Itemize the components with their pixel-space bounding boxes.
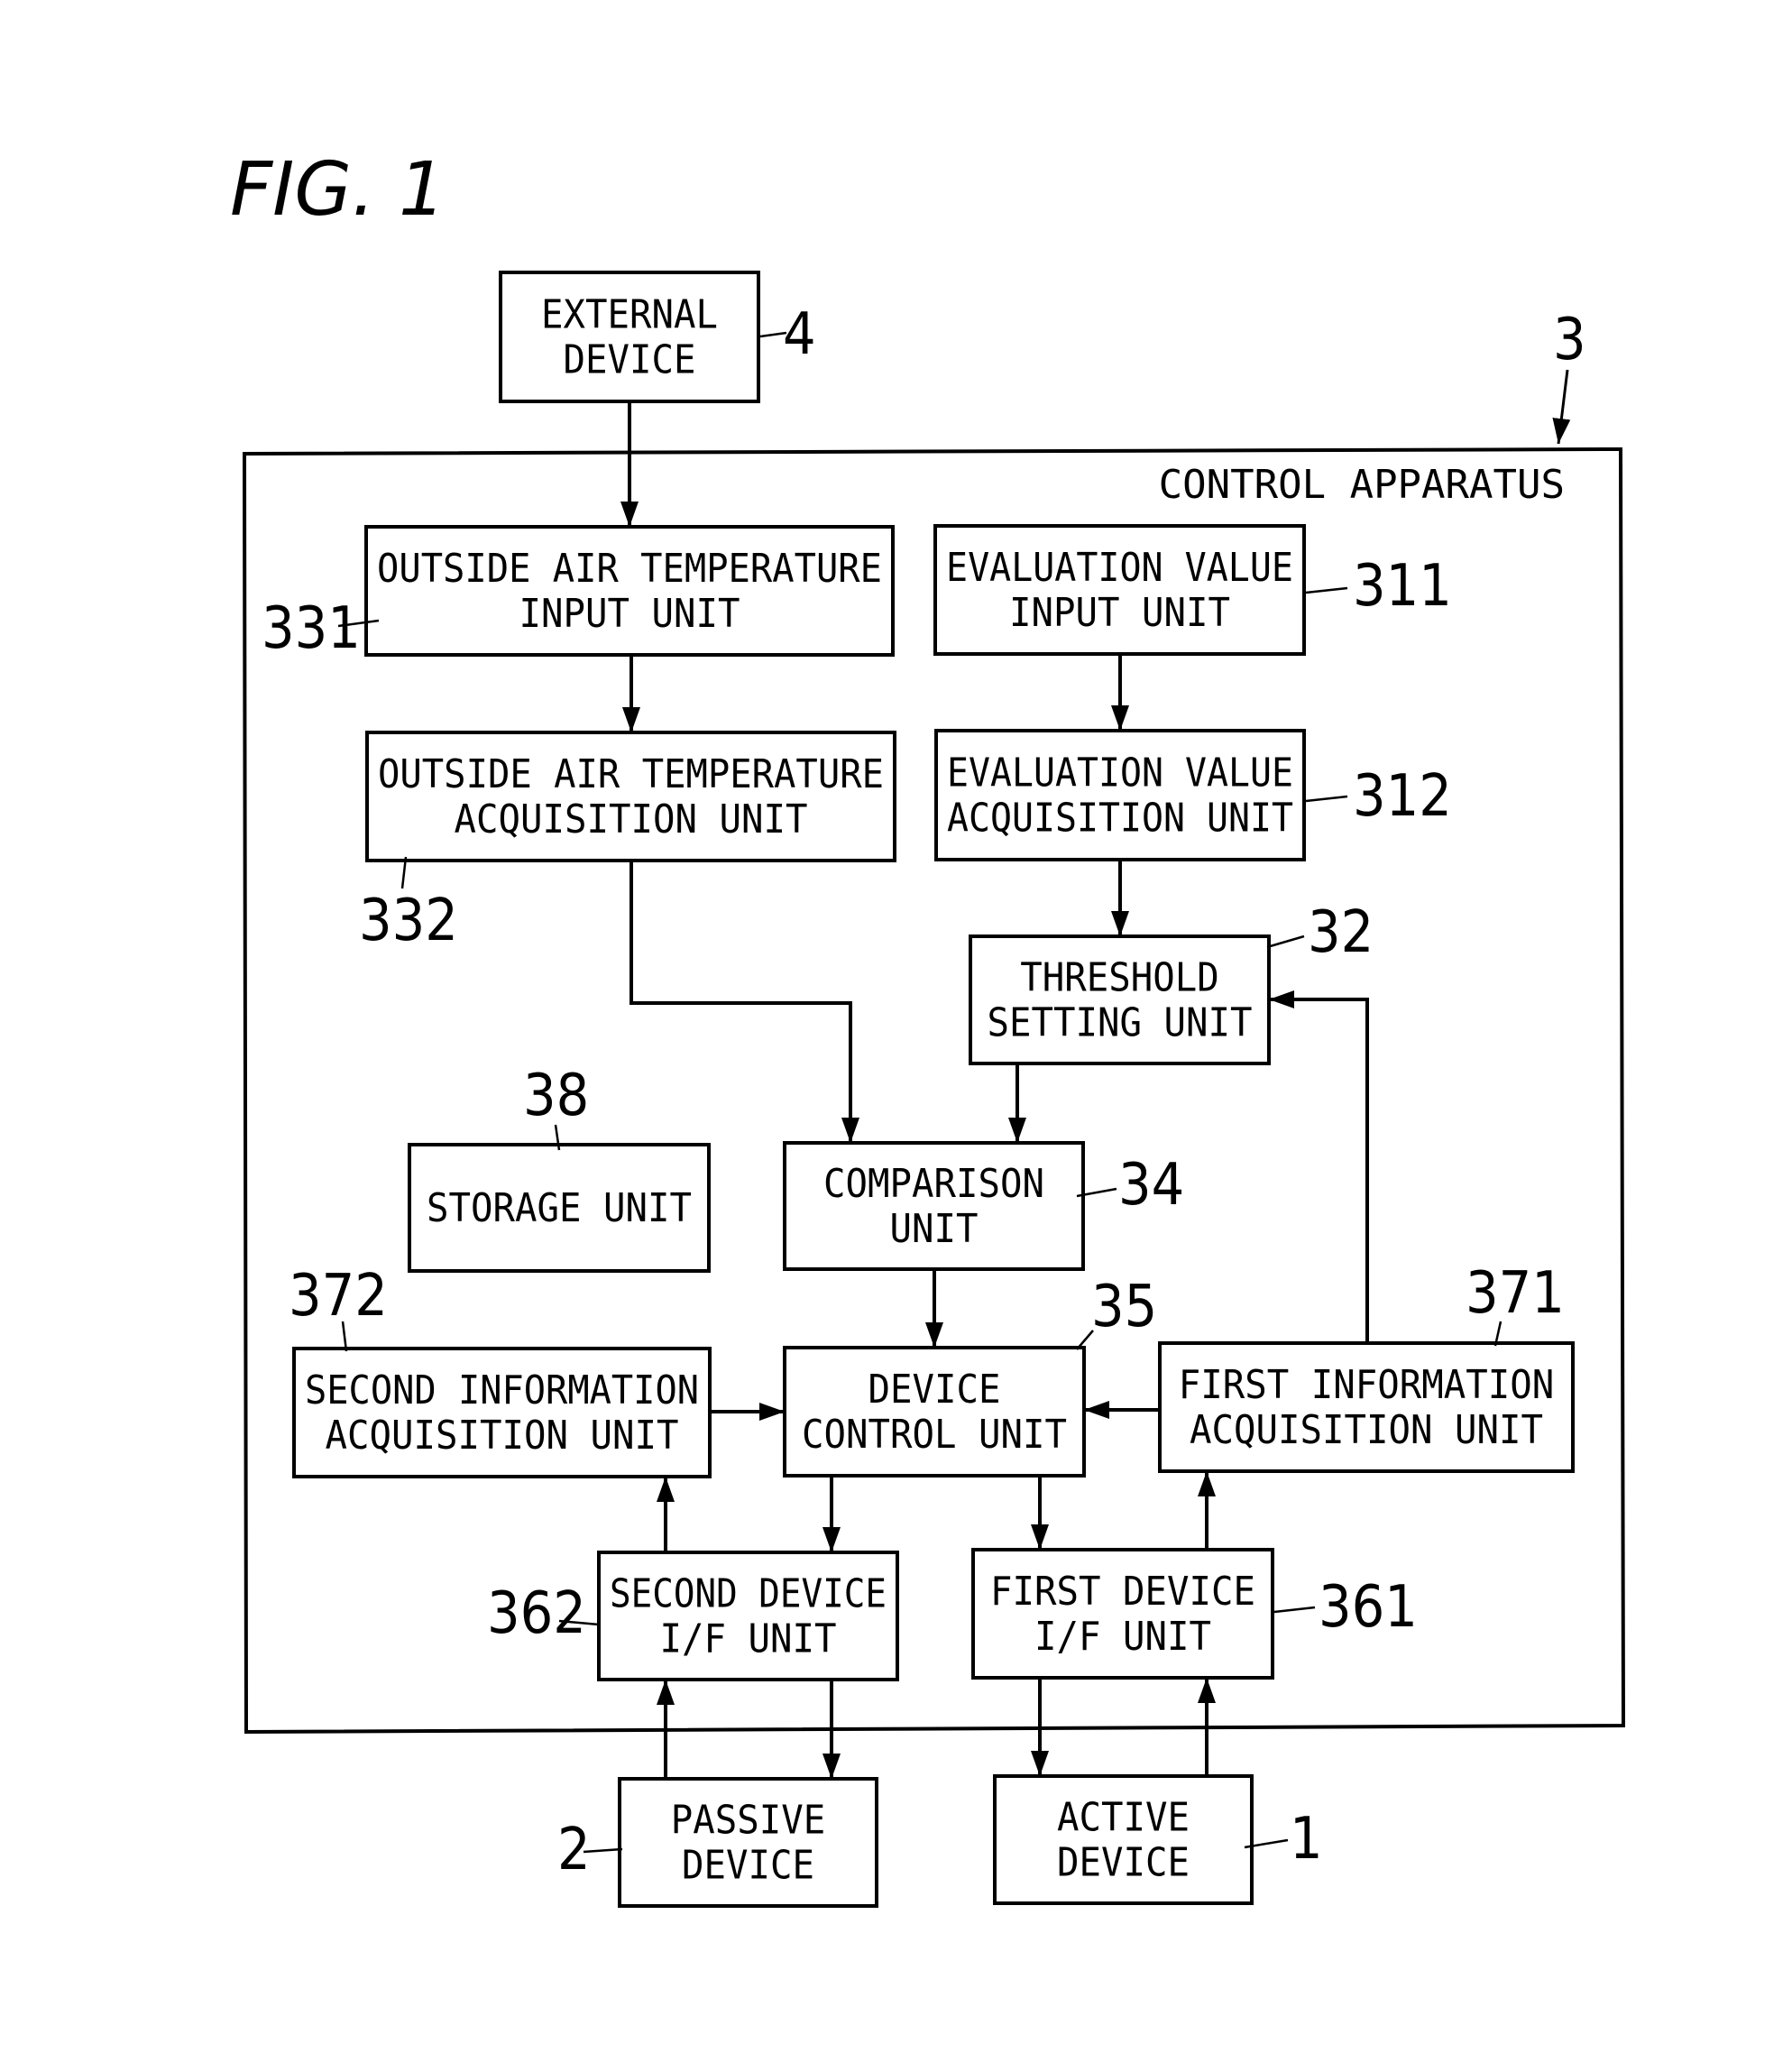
eval-acq-label-line: EVALUATION VALUE [947, 750, 1293, 796]
comparison-label-line: UNIT [890, 1206, 979, 1252]
ref-312: 312 [1353, 763, 1452, 830]
storage-label-line: STORAGE UNIT [427, 1185, 692, 1231]
device-control-label-line: CONTROL UNIT [802, 1412, 1067, 1458]
second-info-label-line: SECOND INFORMATION [305, 1367, 699, 1413]
eval-acq-label-line: ACQUISITION UNIT [947, 796, 1293, 842]
block-diagram: FIG. 1 CONTROL APPARATUS 3 EXTERNALDEVIC… [230, 147, 1626, 1908]
first-if-label-line: FIRST DEVICE [990, 1569, 1255, 1615]
second-if-label-line: I/F UNIT [660, 1616, 837, 1662]
ref-3: 3 [1553, 307, 1586, 373]
oat-input-label-line: INPUT UNIT [519, 591, 740, 637]
oat-input-label-line: OUTSIDE AIR TEMPERATURE [377, 546, 882, 592]
threshold-label-line: THRESHOLD [1020, 955, 1219, 1001]
threshold-label-line: SETTING UNIT [988, 1000, 1253, 1046]
oat-acq-label-line: OUTSIDE AIR TEMPERATURE [378, 751, 884, 797]
first-info-label-line: ACQUISITION UNIT [1190, 1407, 1543, 1453]
ref-372: 372 [289, 1263, 388, 1330]
eval-input-label-line: EVALUATION VALUE [946, 545, 1293, 591]
ref-34: 34 [1118, 1152, 1184, 1219]
ref-35: 35 [1091, 1274, 1157, 1340]
passive-device-label-line: DEVICE [682, 1843, 814, 1889]
ref-332: 332 [359, 888, 458, 954]
first-if-label-line: I/F UNIT [1034, 1614, 1211, 1660]
passive-device-label-line: PASSIVE [671, 1798, 826, 1844]
ref-1: 1 [1290, 1806, 1323, 1873]
external-device-label-line: DEVICE [564, 337, 696, 383]
first-info-label-line: FIRST INFORMATION [1179, 1362, 1555, 1408]
control-apparatus-label: CONTROL APPARATUS [1159, 462, 1565, 508]
ref-361: 361 [1319, 1574, 1418, 1641]
second-info-label-line: ACQUISITION UNIT [326, 1413, 679, 1459]
ref-2: 2 [557, 1817, 591, 1883]
block-external-device: EXTERNALDEVICE 4 [499, 271, 816, 403]
ref-362: 362 [487, 1580, 586, 1647]
comparison-label-line: COMPARISON [823, 1161, 1044, 1207]
eval-input-label-line: INPUT UNIT [1009, 590, 1230, 636]
ref-4: 4 [783, 301, 816, 368]
active-device-label-line: ACTIVE [1057, 1795, 1190, 1841]
ref-371: 371 [1466, 1260, 1565, 1327]
device-control-label-line: DEVICE [868, 1367, 1001, 1413]
ref-331: 331 [262, 595, 361, 662]
active-device-label-line: DEVICE [1057, 1840, 1190, 1886]
ref-311: 311 [1353, 553, 1452, 620]
block-active-device: ACTIVEDEVICE 1 [993, 1774, 1323, 1905]
ref-38: 38 [523, 1063, 589, 1129]
second-if-label-line: SECOND DEVICE [610, 1571, 887, 1617]
ref-3-leader-arrow [1552, 369, 1571, 445]
figure-label: FIG. 1 [230, 147, 446, 233]
block-passive-device: PASSIVEDEVICE 2 [557, 1777, 878, 1908]
ref-32: 32 [1308, 899, 1374, 966]
external-device-label-line: EXTERNAL [541, 292, 718, 338]
oat-acq-label-line: ACQUISITION UNIT [455, 796, 808, 842]
